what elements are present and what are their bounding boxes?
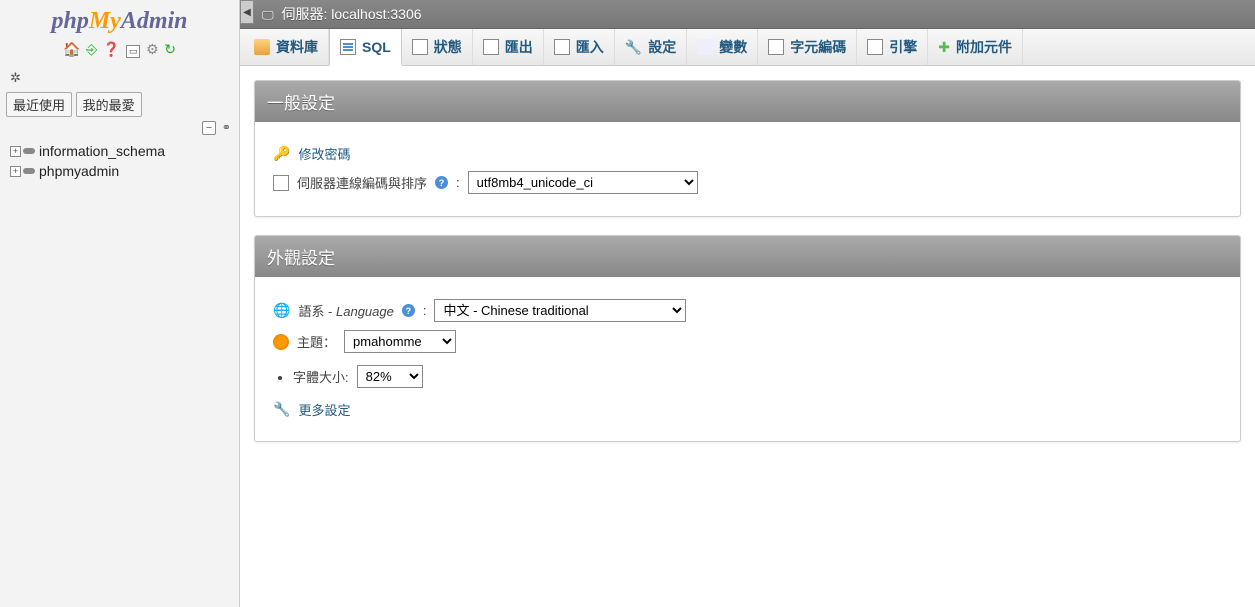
export-icon — [483, 39, 499, 55]
nav-settings-icon[interactable]: ⚙ — [146, 41, 159, 58]
status-icon — [412, 39, 428, 55]
more-settings-link[interactable]: 更多設定 — [298, 400, 350, 419]
panel-appearance-settings: 外觀設定 🌐 語系 - Language ?: 中文 - Chinese tra… — [254, 235, 1241, 442]
loading-spinner-icon: ✲ — [10, 70, 239, 86]
engine-icon — [867, 39, 883, 55]
link-tree-icon[interactable]: ⚭ — [222, 121, 231, 134]
db-item-phpmyadmin[interactable]: + phpmyadmin — [10, 161, 239, 181]
charset-icon — [768, 39, 784, 55]
top-nav: 資料庫 SQL 狀態 匯出 匯入 🔧設定 變數 字元編碼 引擎 ✚附加元件 — [240, 29, 1255, 66]
sql-icon — [340, 39, 356, 55]
logo-admin: Admin — [121, 8, 188, 34]
import-icon — [554, 39, 570, 55]
language-label-italic: Language — [336, 304, 394, 319]
logo: phpMyAdmin — [0, 0, 239, 37]
sidebar-collapse-handle[interactable]: ◀ — [240, 0, 254, 24]
breadcrumb: 🖵 伺服器: localhost:3306 — [240, 0, 1255, 29]
change-password-link[interactable]: 修改密碼 — [298, 144, 350, 163]
help-icon[interactable]: ? — [435, 176, 448, 189]
database-tree: + information_schema + phpmyadmin — [0, 139, 239, 181]
tab-databases[interactable]: 資料庫 — [244, 29, 329, 65]
theme-select[interactable]: pmahomme — [344, 330, 456, 353]
tab-sql[interactable]: SQL — [329, 29, 402, 66]
language-icon: 🌐 — [273, 302, 290, 319]
tab-import[interactable]: 匯入 — [544, 29, 615, 65]
panel-title-appearance: 外觀設定 — [255, 236, 1240, 277]
nav-shortcut-bar: 🏠 ⎆ ❓ ▭ ⚙ ↻ — [0, 37, 239, 64]
variables-icon — [697, 39, 713, 55]
language-select[interactable]: 中文 - Chinese traditional — [434, 299, 686, 322]
fontsize-select[interactable]: 82% — [357, 365, 423, 388]
help-icon[interactable]: ? — [402, 304, 415, 317]
collation-label: 伺服器連線編碼與排序 — [297, 173, 427, 192]
sql-query-icon[interactable]: ▭ — [126, 45, 141, 58]
breadcrumb-server-label: 伺服器: — [281, 6, 327, 22]
tab-charsets[interactable]: 字元編碼 — [758, 29, 857, 65]
sidebar: phpMyAdmin 🏠 ⎆ ❓ ▭ ⚙ ↻ ✲ 最近使用 我的最愛 − ⚭ +… — [0, 0, 240, 607]
wrench-icon: 🔧 — [625, 40, 642, 54]
logout-icon[interactable]: ⎆ — [86, 41, 97, 58]
sidebar-tabs: 最近使用 我的最愛 — [6, 92, 233, 117]
panel-title-general: 一般設定 — [255, 81, 1240, 122]
server-icon: 🖵 — [262, 8, 274, 22]
db-name: phpmyadmin — [39, 163, 119, 179]
db-item-information-schema[interactable]: + information_schema — [10, 141, 239, 161]
language-label: 語系 - — [298, 304, 336, 319]
tab-settings[interactable]: 🔧設定 — [615, 29, 687, 65]
wrench-icon: 🔧 — [273, 401, 290, 418]
tab-plugins[interactable]: ✚附加元件 — [928, 29, 1023, 65]
key-icon: 🔑 — [273, 145, 290, 162]
db-name: information_schema — [39, 143, 165, 159]
tab-variables[interactable]: 變數 — [687, 29, 758, 65]
panel-general-settings: 一般設定 🔑 修改密碼 伺服器連線編碼與排序 ?: utf8mb4_unicod… — [254, 80, 1241, 217]
content: 一般設定 🔑 修改密碼 伺服器連線編碼與排序 ?: utf8mb4_unicod… — [240, 66, 1255, 474]
reload-icon[interactable]: ↻ — [164, 41, 176, 58]
tree-controls: − ⚭ — [0, 117, 239, 139]
theme-icon — [273, 334, 289, 350]
theme-label: 主題： — [297, 332, 336, 351]
fontsize-label: 字體大小: — [293, 367, 349, 386]
expand-icon[interactable]: + — [10, 146, 21, 157]
docs-icon[interactable]: ❓ — [103, 41, 120, 58]
database-icon — [254, 39, 270, 55]
charset-icon — [273, 175, 289, 191]
collapse-all-icon[interactable]: − — [202, 121, 216, 135]
logo-my: My — [89, 8, 121, 34]
tab-export[interactable]: 匯出 — [473, 29, 544, 65]
main-area: ◀ 🖵 伺服器: localhost:3306 資料庫 SQL 狀態 匯出 匯入… — [240, 0, 1255, 607]
db-link-icon — [23, 148, 35, 154]
tab-engines[interactable]: 引擎 — [857, 29, 928, 65]
db-link-icon — [23, 168, 35, 174]
plugin-icon: ✚ — [938, 40, 950, 54]
tab-favorites[interactable]: 我的最愛 — [76, 92, 142, 117]
tab-status[interactable]: 狀態 — [402, 29, 473, 65]
collation-select[interactable]: utf8mb4_unicode_ci — [468, 171, 698, 194]
expand-icon[interactable]: + — [10, 166, 21, 177]
tab-recent[interactable]: 最近使用 — [6, 92, 72, 117]
home-icon[interactable]: 🏠 — [63, 41, 80, 58]
logo-php: php — [51, 8, 88, 34]
breadcrumb-server-value: localhost:3306 — [331, 6, 421, 22]
